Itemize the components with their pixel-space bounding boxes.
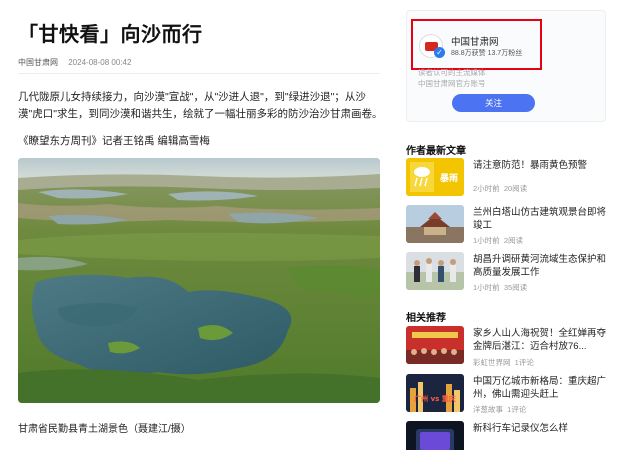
article-meta: 中国甘肃网 2024-08-08 00:42 [18, 57, 131, 68]
vs-thumb-text: 广州 vs 重庆 [414, 394, 456, 403]
title-divider [18, 73, 380, 74]
latest-article-item[interactable]: 胡昌升调研黄河流域生态保护和高质量发展工作 1小时前 35阅读 [406, 252, 606, 292]
author-description: 读者认可的主流媒体 [418, 68, 486, 77]
latest-article-title[interactable]: 请注意防范！暴雨黄色预警 [473, 159, 606, 172]
city-skyline-thumbnail: 广州 vs 重庆 [406, 374, 464, 412]
related-article-title[interactable]: 新科行车记录仪怎么样 [473, 422, 606, 435]
related-article-item[interactable]: 广州 vs 重庆 中国万亿城市新格局：重庆超广州，佛山需迎头赶上 洋葱故事 1评… [406, 374, 606, 414]
rain-warning-thumbnail: 暴雨 [406, 158, 464, 196]
article-source[interactable]: 中国甘肃网 [18, 58, 58, 67]
related-article-item[interactable]: 新科行车记录仪怎么样 [406, 421, 606, 450]
related-article-meta: 彩虹世界网 1评论 [473, 358, 534, 367]
photo-caption: 甘肃省民勤县青土湖景色（聂建江/摄） [18, 424, 191, 435]
highlight-annotation-box [411, 19, 542, 70]
latest-article-item[interactable]: 兰州白塔山仿古建筑观景台即将竣工 1小时前 2阅读 [406, 205, 606, 245]
related-heading: 相关推荐 [406, 313, 446, 324]
latest-article-title[interactable]: 兰州白塔山仿古建筑观景台即将竣工 [473, 206, 606, 232]
latest-articles-heading: 作者最新文章 [406, 146, 466, 157]
wetland-landscape-image [18, 158, 380, 403]
follow-button[interactable]: 关注 [452, 94, 535, 112]
related-article-meta: 洋葱故事 1评论 [473, 405, 527, 414]
latest-article-meta: 1小时前 35阅读 [473, 283, 528, 292]
celebration-thumbnail [406, 326, 464, 364]
warning-thumb-text: 暴雨 [439, 173, 458, 184]
related-article-title[interactable]: 家乡人山人海祝贺！全红婵再夺金牌后湛江：迈合村放76... [473, 327, 606, 353]
latest-article-meta: 1小时前 2阅读 [473, 236, 524, 245]
latest-article-title[interactable]: 胡昌升调研黄河流域生态保护和高质量发展工作 [473, 253, 606, 279]
latest-article-meta: 2小时前 20阅读 [473, 184, 528, 193]
related-article-item[interactable]: 家乡人山人海祝贺！全红婵再夺金牌后湛江：迈合村放76... 彩虹世界网 1评论 [406, 326, 606, 367]
article-photo-wetland[interactable] [18, 158, 380, 403]
pavilion-thumbnail [406, 205, 464, 243]
related-article-title[interactable]: 中国万亿城市新格局：重庆超广州，佛山需迎头赶上 [473, 375, 606, 401]
author-account-note: 中国甘肃网官方账号 [418, 79, 486, 88]
dashcam-thumbnail [406, 421, 464, 450]
article-date: 2024-08-08 00:42 [68, 58, 132, 67]
inspection-thumbnail [406, 252, 464, 290]
latest-article-item[interactable]: 暴雨 请注意防范！暴雨黄色预警 2小时前 20阅读 [406, 158, 606, 198]
article-byline: 《瞭望东方周刊》记者王铭禹 编辑高雪梅 [18, 135, 210, 147]
article-paragraph: 几代陇原儿女持续接力，向沙漠"宣战"，从"沙进人退"，到"绿进沙退"；从沙漠"虎… [18, 91, 383, 120]
article-title: 「甘快看」向沙而行 [18, 24, 203, 46]
